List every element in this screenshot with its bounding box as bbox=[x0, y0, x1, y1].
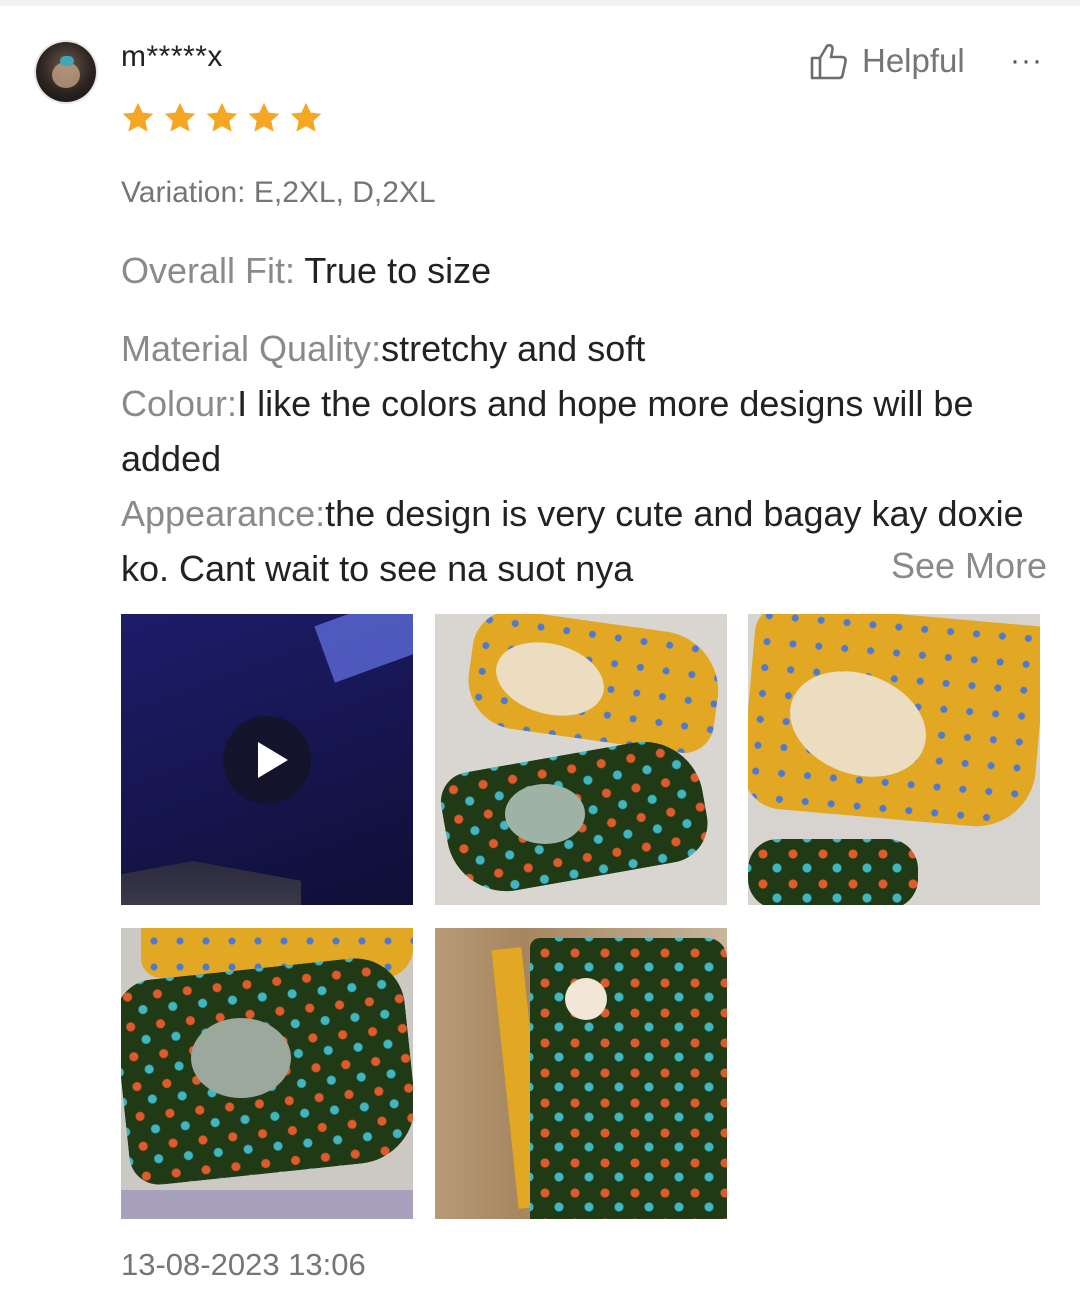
video-building bbox=[121, 861, 301, 905]
helpful-button[interactable]: Helpful bbox=[808, 40, 965, 82]
attribute-value: I like the colors and hope more designs … bbox=[121, 383, 974, 479]
avatar-hand bbox=[60, 56, 74, 66]
star-icon bbox=[206, 102, 238, 132]
avatar[interactable] bbox=[36, 42, 96, 102]
helpful-label: Helpful bbox=[862, 42, 965, 79]
garment-lining bbox=[191, 1018, 291, 1098]
thumbs-up-icon bbox=[810, 43, 847, 80]
star-icon bbox=[122, 102, 154, 132]
top-divider bbox=[0, 0, 1080, 6]
garment-lining bbox=[505, 784, 585, 844]
more-options-button[interactable]: ··· bbox=[1010, 46, 1043, 76]
overall-fit: Overall Fit: True to size bbox=[121, 250, 491, 292]
review-photo-thumbnail[interactable] bbox=[748, 614, 1040, 905]
variation-text: Variation: E,2XL, D,2XL bbox=[121, 176, 436, 209]
overall-fit-value: True to size bbox=[304, 250, 492, 291]
label-tag bbox=[565, 978, 607, 1020]
attribute-label: Colour: bbox=[121, 383, 238, 424]
review-photo-thumbnail[interactable] bbox=[121, 928, 413, 1219]
overall-fit-label: Overall Fit: bbox=[121, 250, 305, 291]
star-rating bbox=[120, 100, 324, 136]
attribute-label: Appearance: bbox=[121, 493, 326, 534]
colour: Colour:I like the colors and hope more d… bbox=[121, 376, 1046, 486]
floor-shadow bbox=[121, 1190, 413, 1219]
review-date: 13-08-2023 13:06 bbox=[121, 1247, 366, 1282]
star-icon bbox=[248, 102, 280, 132]
see-more-link[interactable]: See More bbox=[877, 545, 1048, 587]
green-garment bbox=[748, 839, 918, 905]
play-icon[interactable] bbox=[223, 716, 311, 804]
review-video-thumbnail[interactable] bbox=[121, 614, 413, 905]
review-photo-thumbnail[interactable] bbox=[435, 928, 727, 1219]
video-light bbox=[314, 614, 413, 683]
reviewer-username: m*****x bbox=[121, 40, 223, 73]
star-icon bbox=[290, 102, 322, 132]
review-photo-thumbnail[interactable] bbox=[435, 614, 727, 905]
attribute-label: Material Quality: bbox=[121, 328, 382, 369]
material-quality: Material Quality:stretchy and soft bbox=[121, 321, 1046, 376]
attribute-value: stretchy and soft bbox=[381, 328, 646, 369]
green-garment bbox=[530, 938, 727, 1219]
star-icon bbox=[164, 102, 196, 132]
